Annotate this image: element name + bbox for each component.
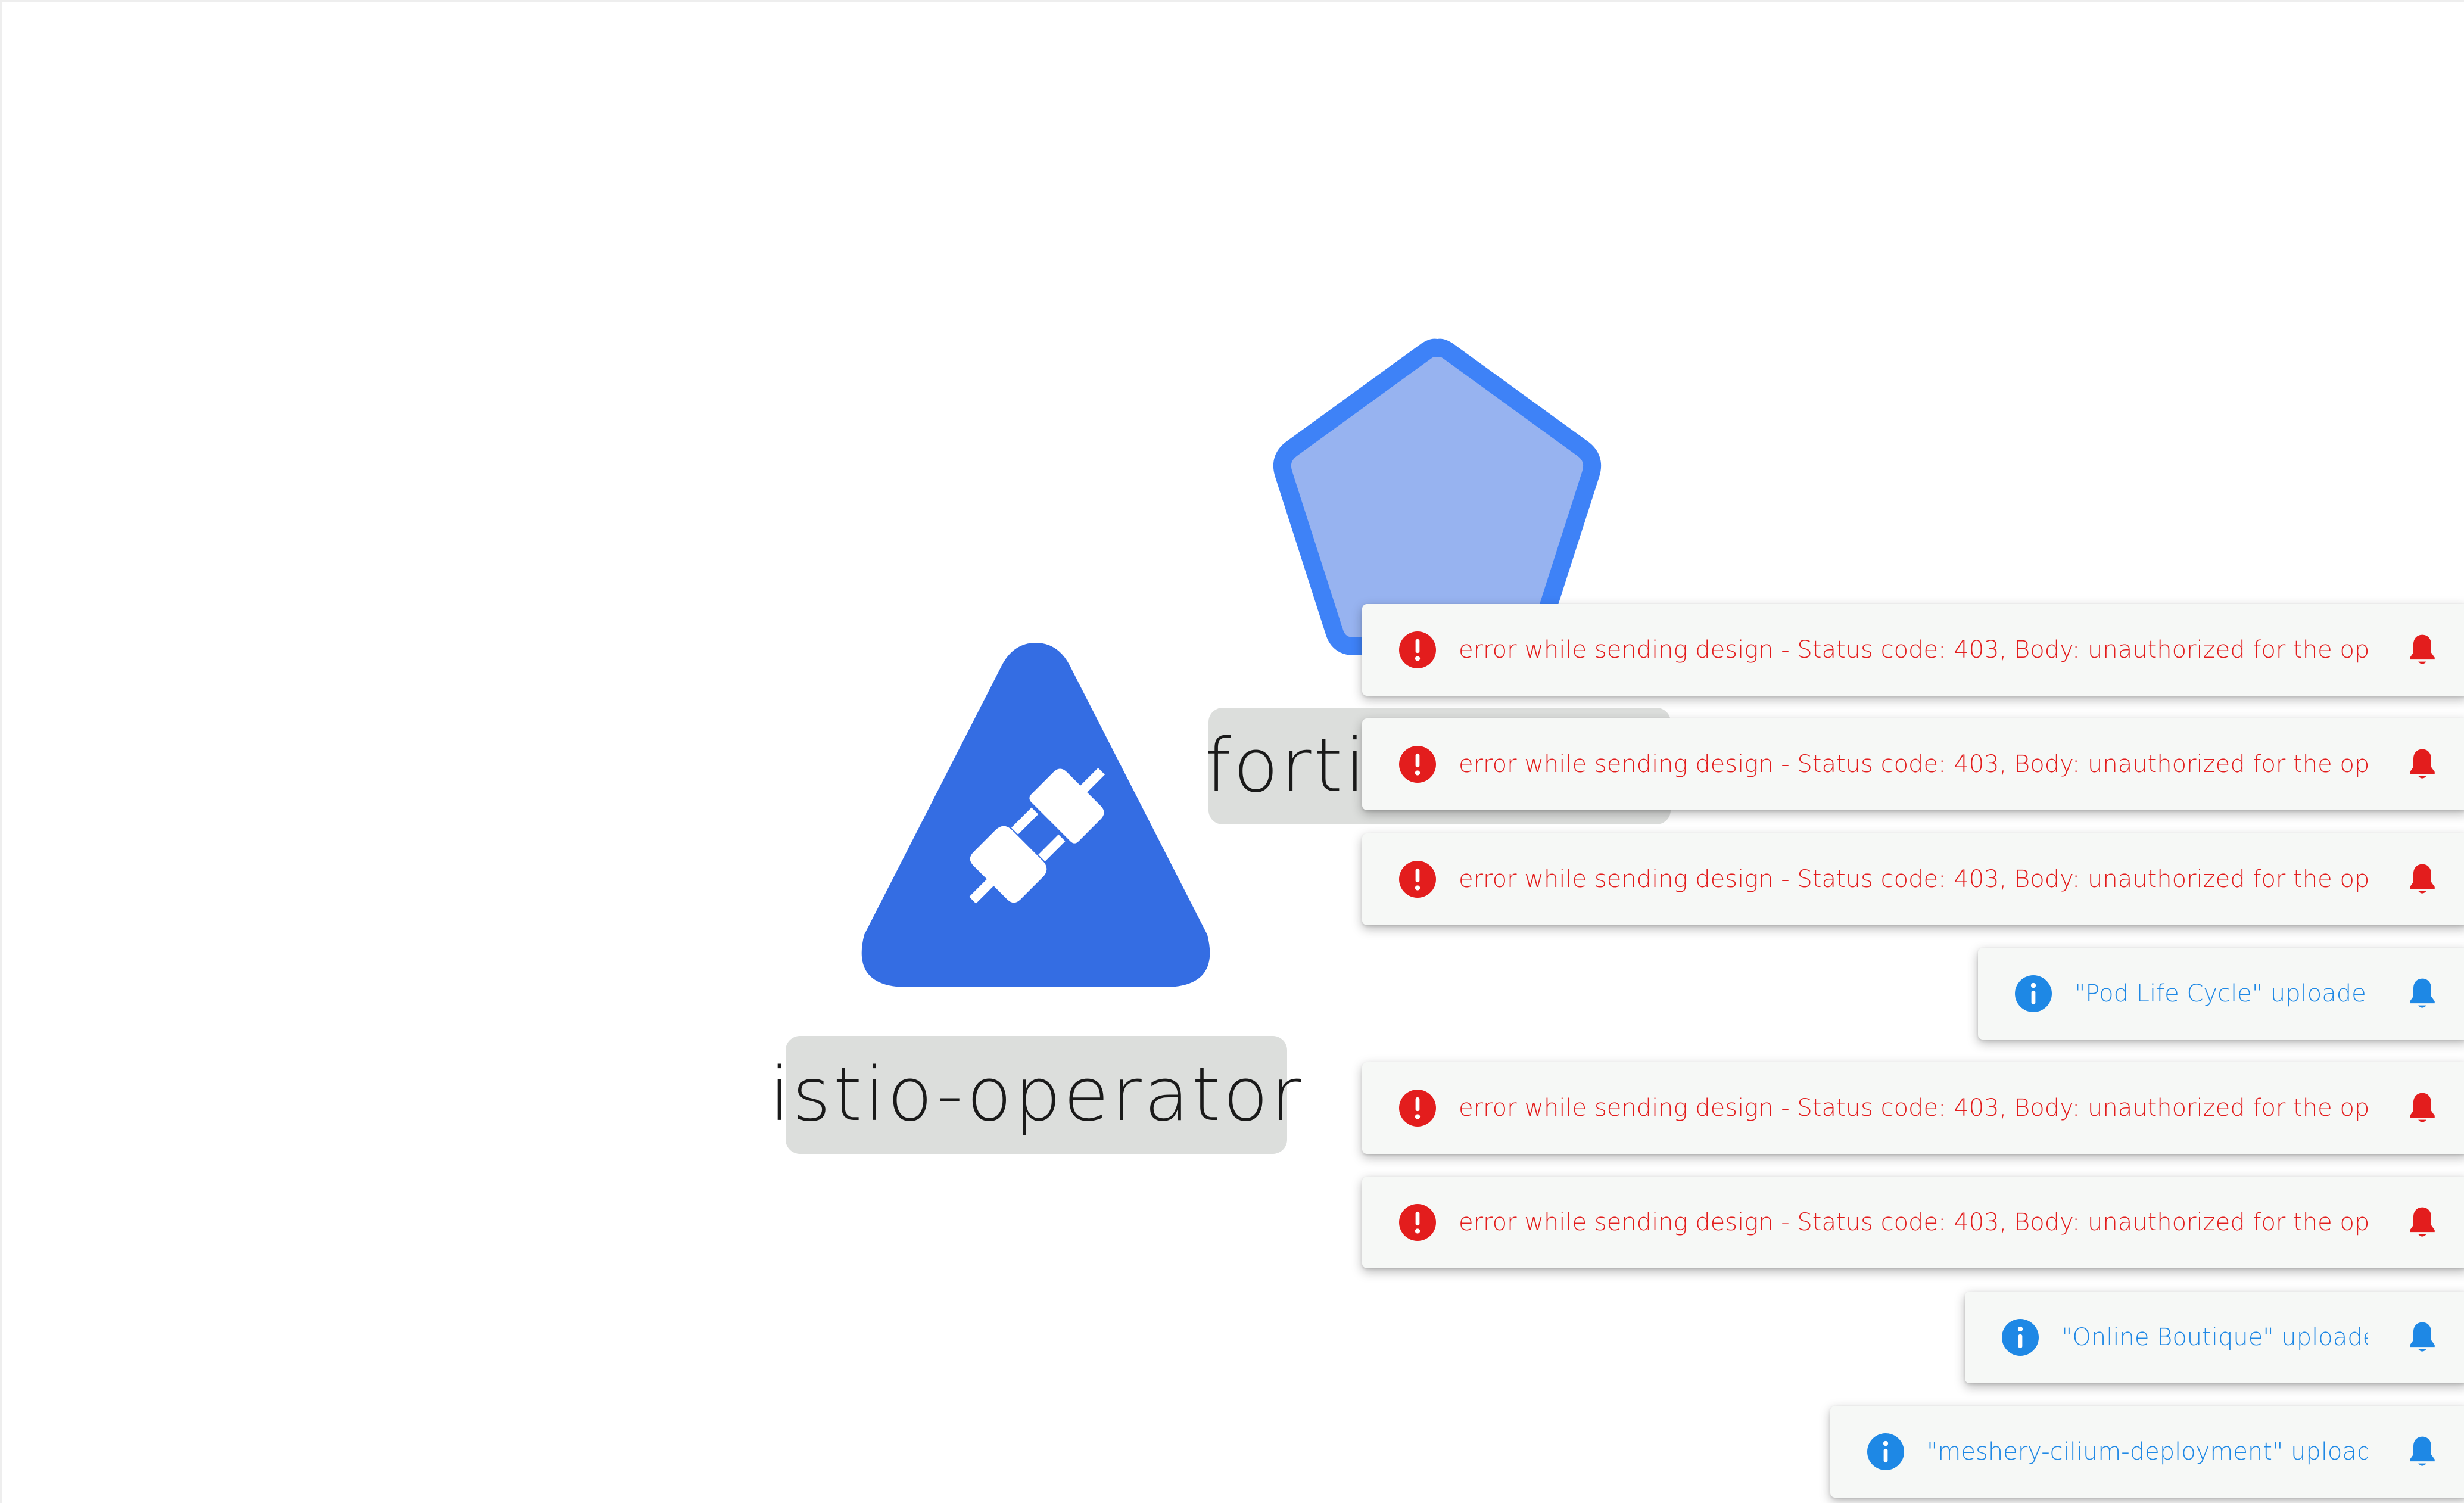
- notification-message: error while sending design - Status code…: [1459, 866, 2368, 893]
- bell-icon[interactable]: [2406, 746, 2439, 782]
- notification-message: error while sending design - Status code…: [1459, 1094, 2368, 1122]
- istio-operator-node-label[interactable]: istio-operator: [770, 1036, 1301, 1154]
- bell-icon[interactable]: [2406, 861, 2439, 897]
- notification-message: "meshery-cilium-deployment" uploaded.: [1927, 1438, 2368, 1465]
- notification-toast-error[interactable]: error while sending design - Status code…: [1362, 1062, 2464, 1154]
- info-circle-icon: [1867, 1433, 1904, 1470]
- notification-toast-info[interactable]: "meshery-cilium-deployment" uploaded.: [1830, 1406, 2464, 1498]
- notification-message: error while sending design - Status code…: [1459, 751, 2368, 778]
- error-circle-icon: [1399, 746, 1436, 783]
- error-circle-icon: [1399, 631, 1436, 668]
- notification-message: "Online Boutique" uploaded.: [2061, 1324, 2368, 1351]
- error-circle-icon: [1399, 1204, 1436, 1241]
- bell-icon[interactable]: [2406, 1205, 2439, 1240]
- design-canvas[interactable]: fortio istio-operator error while sendin…: [0, 0, 2464, 1503]
- notification-message: error while sending design - Status code…: [1459, 1209, 2368, 1236]
- info-circle-icon: [2002, 1319, 2039, 1356]
- istio-operator-node[interactable]: [857, 640, 1214, 989]
- bell-icon[interactable]: [2406, 976, 2439, 1012]
- bell-icon[interactable]: [2406, 1090, 2439, 1126]
- notification-toast-error[interactable]: error while sending design - Status code…: [1362, 1177, 2464, 1268]
- notification-toast-error[interactable]: error while sending design - Status code…: [1362, 604, 2464, 696]
- error-circle-icon: [1399, 861, 1436, 898]
- bell-icon[interactable]: [2406, 632, 2439, 668]
- bell-icon[interactable]: [2406, 1320, 2439, 1355]
- notification-toast-info[interactable]: "Pod Life Cycle" uploaded.: [1978, 948, 2464, 1040]
- bell-icon[interactable]: [2406, 1434, 2439, 1470]
- istio-operator-label-text: istio-operator: [769, 1052, 1304, 1138]
- notification-message: error while sending design - Status code…: [1459, 636, 2368, 664]
- info-circle-icon: [2015, 975, 2052, 1012]
- pentagon-shape: [1273, 338, 1602, 655]
- notification-toast-error[interactable]: error while sending design - Status code…: [1362, 718, 2464, 810]
- notification-toast-error[interactable]: error while sending design - Status code…: [1362, 833, 2464, 925]
- error-circle-icon: [1399, 1090, 1436, 1127]
- notification-message: "Pod Life Cycle" uploaded.: [2074, 980, 2368, 1007]
- notification-toast-info[interactable]: "Online Boutique" uploaded.: [1965, 1292, 2464, 1383]
